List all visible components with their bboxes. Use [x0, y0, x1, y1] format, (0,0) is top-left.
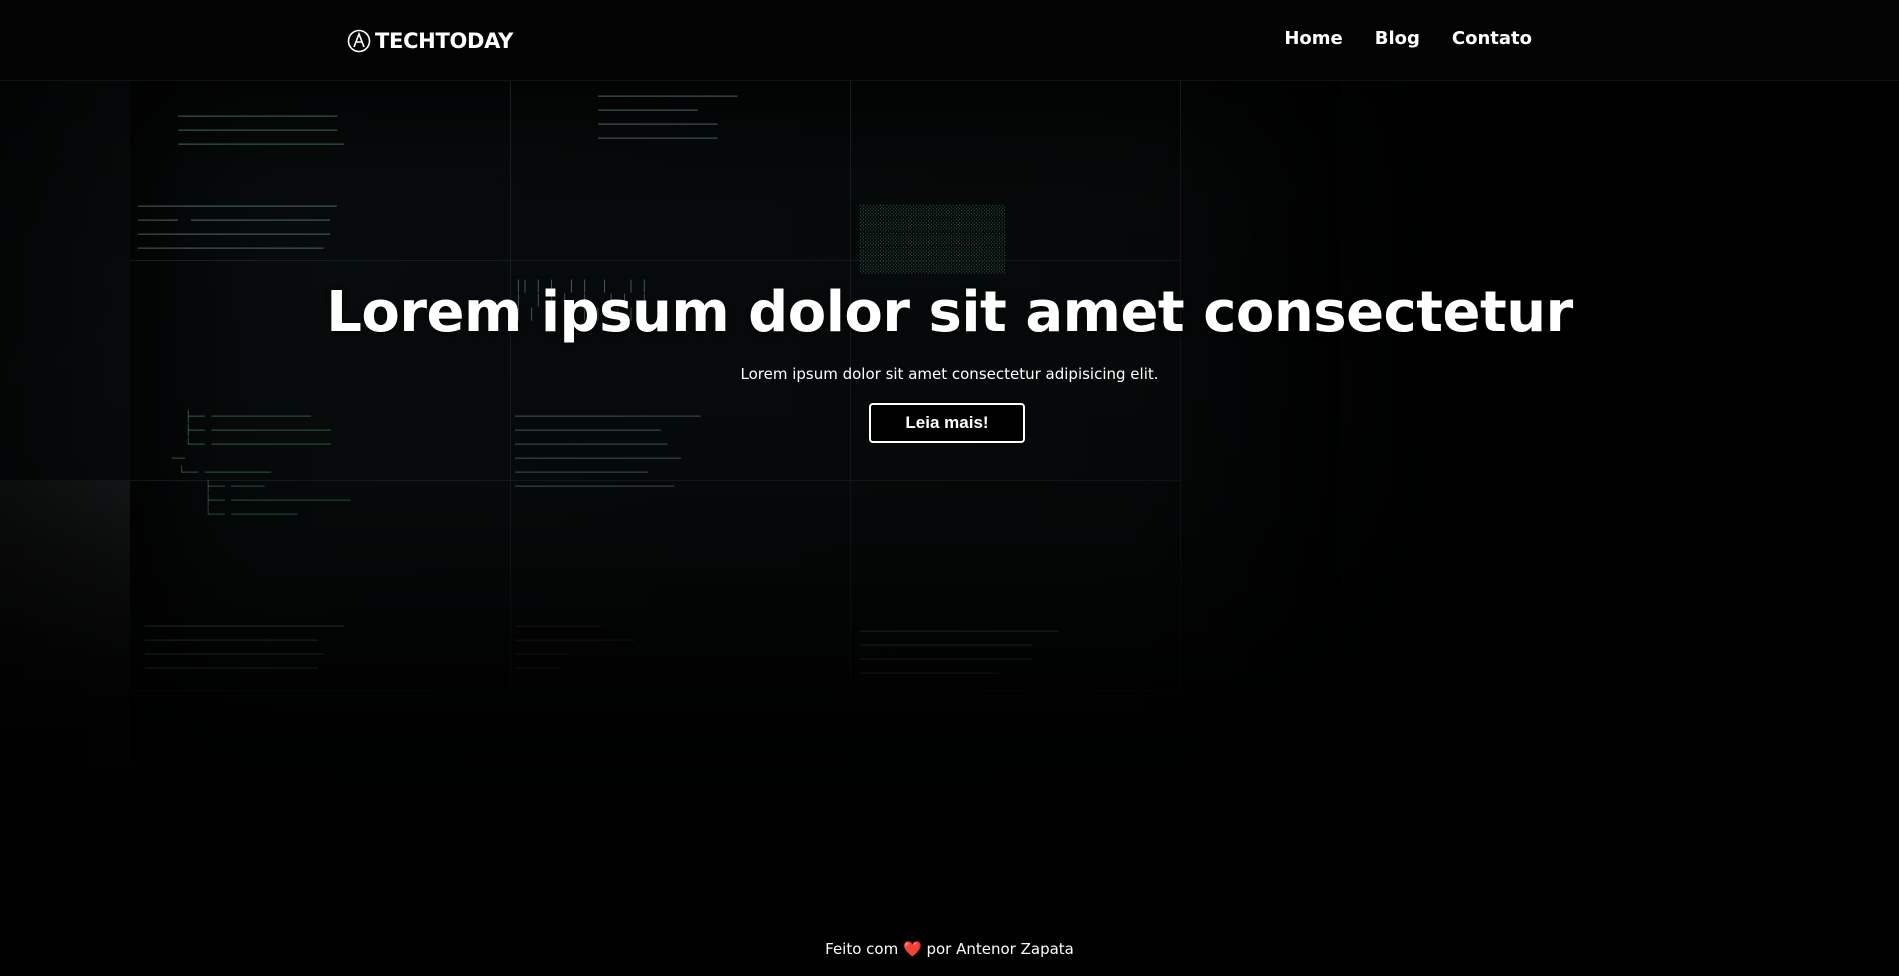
nav-blog-link[interactable]: Blog [1375, 28, 1420, 49]
read-more-button[interactable]: Leia mais! [869, 403, 1025, 443]
brand-a-icon [347, 29, 371, 53]
site-logo[interactable]: TECHTODAY [347, 27, 513, 55]
heart-icon: ❤️ [903, 940, 922, 958]
background-overlay [0, 80, 1899, 860]
footer-prefix: Feito com [825, 940, 899, 958]
hero-subtitle: Lorem ipsum dolor sit amet consectetur a… [740, 365, 1159, 383]
footer-author: por Antenor Zapata [926, 940, 1074, 958]
site-footer: Feito com ❤️ por Antenor Zapata [0, 940, 1899, 958]
logo-text: TECHTODAY [375, 29, 514, 53]
hero-title: Lorem ipsum dolor sit amet consectetur [326, 280, 1573, 345]
main-nav: Home Blog Contato [1284, 28, 1532, 49]
site-header: TECHTODAY Home Blog Contato [0, 0, 1899, 81]
nav-home-link[interactable]: Home [1284, 28, 1342, 49]
nav-contato-link[interactable]: Contato [1452, 28, 1532, 49]
hero-background-image: ──────────────────────── ───────────────… [0, 80, 1899, 860]
